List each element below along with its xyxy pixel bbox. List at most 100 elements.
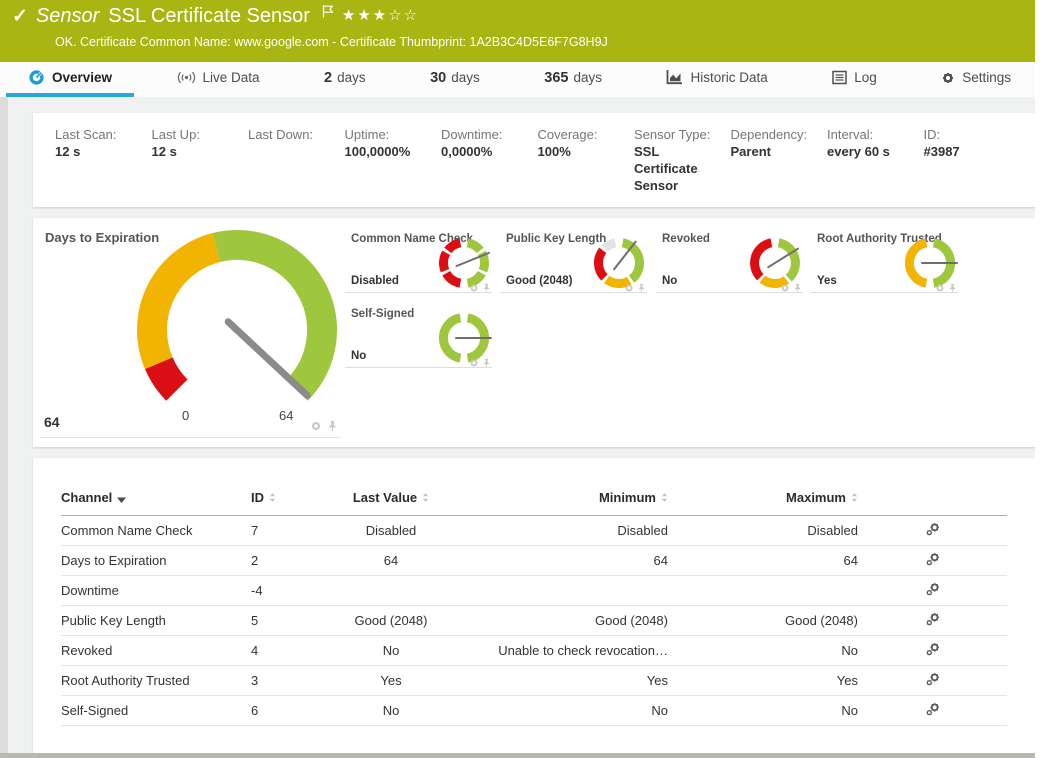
channels-table: ChannelIDLast ValueMinimumMaximum Common… bbox=[61, 484, 1007, 726]
left-edge bbox=[0, 62, 8, 753]
tab-overview[interactable]: Overview bbox=[6, 62, 134, 97]
channel-name: Downtime bbox=[61, 576, 251, 606]
tab-log[interactable]: Log bbox=[810, 62, 899, 97]
log-icon bbox=[832, 70, 847, 85]
object-kind-label: Sensor bbox=[36, 5, 99, 28]
gauge-min-label: 0 bbox=[182, 408, 189, 423]
historic-icon bbox=[666, 70, 683, 85]
mini-gauge-panel-revoked: RevokedNo bbox=[656, 228, 803, 293]
channel-maximum: Disabled bbox=[668, 516, 858, 546]
channel-minimum: Yes bbox=[461, 666, 668, 696]
col-header-minimum[interactable]: Minimum bbox=[461, 484, 668, 516]
channel-row-public-key-length: Public Key Length5Good (2048)Good (2048)… bbox=[61, 606, 1007, 636]
info-uptime: Uptime:100,0000% bbox=[345, 126, 442, 207]
info-sensor-type: Sensor Type:SSL Certificate Sensor bbox=[634, 126, 731, 207]
gauge-pin-icon[interactable] bbox=[482, 280, 492, 298]
gauge-pin-icon[interactable] bbox=[327, 419, 339, 437]
mini-gauge-panel-common-name-check: Common Name CheckDisabled bbox=[345, 228, 492, 293]
channel-maximum: No bbox=[668, 696, 858, 726]
mini-gauge-value: Disabled bbox=[351, 275, 399, 287]
col-header-id[interactable]: ID bbox=[251, 484, 321, 516]
channel-minimum: Disabled bbox=[461, 516, 668, 546]
sensor-info-bar: Last Scan:12 sLast Up:12 sLast Down:Upti… bbox=[33, 113, 1035, 207]
sensor-header: ✓ Sensor SSL Certificate Sensor ★★★☆☆ OK… bbox=[0, 0, 1035, 62]
channel-settings-gears-icon[interactable] bbox=[925, 671, 941, 687]
channel-settings-cell bbox=[858, 696, 1007, 726]
mini-gauge-panel-root-authority-trusted: Root Authority TrustedYes bbox=[811, 228, 958, 293]
mini-gauge-title: Revoked bbox=[662, 233, 710, 245]
gauge-gear-icon[interactable] bbox=[780, 280, 790, 298]
sort-icon[interactable] bbox=[269, 491, 276, 506]
mini-gauge-panel-public-key-length: Public Key LengthGood (2048) bbox=[500, 228, 647, 293]
channel-settings-cell bbox=[858, 546, 1007, 576]
channel-row-root-authority-trusted: Root Authority Trusted3YesYesYes bbox=[61, 666, 1007, 696]
gauge-gear-icon[interactable] bbox=[935, 280, 945, 298]
channel-id: 2 bbox=[251, 546, 321, 576]
channel-maximum: No bbox=[668, 636, 858, 666]
sort-icon[interactable] bbox=[422, 491, 429, 506]
channel-last-value: Yes bbox=[321, 666, 461, 696]
channel-settings-gears-icon[interactable] bbox=[925, 641, 941, 657]
channel-row-downtime: Downtime-4 bbox=[61, 576, 1007, 606]
channel-settings-cell bbox=[858, 606, 1007, 636]
channel-name: Common Name Check bbox=[61, 516, 251, 546]
sort-desc-icon[interactable] bbox=[117, 491, 126, 506]
channel-id: -4 bbox=[251, 576, 321, 606]
settings-gear-icon bbox=[941, 71, 955, 85]
sort-icon[interactable] bbox=[661, 491, 668, 506]
info-last-scan: Last Scan:12 s bbox=[55, 126, 152, 207]
channel-maximum: 64 bbox=[668, 546, 858, 576]
channel-maximum: Yes bbox=[668, 666, 858, 696]
info-id: ID:#3987 bbox=[924, 126, 1021, 207]
col-header-channel[interactable]: Channel bbox=[61, 484, 251, 516]
channel-id: 7 bbox=[251, 516, 321, 546]
channel-id: 4 bbox=[251, 636, 321, 666]
gauge-pin-icon[interactable] bbox=[637, 280, 647, 298]
channel-settings-gears-icon[interactable] bbox=[925, 551, 941, 567]
channels-card: ChannelIDLast ValueMinimumMaximum Common… bbox=[33, 458, 1035, 753]
tab-historic-data[interactable]: Historic Data bbox=[644, 62, 789, 97]
channel-row-revoked: Revoked4NoUnable to check revocation…No bbox=[61, 636, 1007, 666]
channel-row-self-signed: Self-Signed6NoNoNo bbox=[61, 696, 1007, 726]
gauge-gear-icon[interactable] bbox=[310, 419, 322, 437]
channel-row-days-to-expiration: Days to Expiration2646464 bbox=[61, 546, 1007, 576]
info-last-up: Last Up:12 s bbox=[152, 126, 249, 207]
panel-divider bbox=[40, 437, 340, 438]
channel-name: Revoked bbox=[61, 636, 251, 666]
channel-name: Public Key Length bbox=[61, 606, 251, 636]
tab-2-days[interactable]: 2days bbox=[302, 62, 388, 97]
channel-minimum bbox=[461, 576, 668, 606]
channel-last-value: Good (2048) bbox=[321, 606, 461, 636]
col-header-last-value[interactable]: Last Value bbox=[321, 484, 461, 516]
mini-gauge-panel-self-signed: Self-Signed No bbox=[345, 303, 492, 368]
channel-settings-cell bbox=[858, 636, 1007, 666]
mini-gauge-title: Self-Signed bbox=[351, 308, 414, 320]
tab-settings[interactable]: Settings bbox=[919, 62, 1033, 97]
flag-icon[interactable] bbox=[322, 4, 334, 23]
gauge-gear-icon[interactable] bbox=[469, 355, 479, 373]
gauge-pin-icon[interactable] bbox=[948, 280, 958, 298]
tab-365-days[interactable]: 365days bbox=[522, 62, 624, 97]
gauge-pin-icon[interactable] bbox=[793, 280, 803, 298]
sensor-status-message: OK. Certificate Common Name: www.google.… bbox=[55, 35, 608, 49]
channel-minimum: 64 bbox=[461, 546, 668, 576]
channel-row-common-name-check: Common Name Check7DisabledDisabledDisabl… bbox=[61, 516, 1007, 546]
channel-settings-gears-icon[interactable] bbox=[925, 521, 941, 537]
priority-stars[interactable]: ★★★☆☆ bbox=[342, 6, 419, 24]
live-icon bbox=[177, 70, 196, 85]
gauge-gear-icon[interactable] bbox=[469, 280, 479, 298]
col-header-maximum[interactable]: Maximum bbox=[668, 484, 858, 516]
channel-settings-gears-icon[interactable] bbox=[925, 611, 941, 627]
tab-live-data[interactable]: Live Data bbox=[155, 62, 282, 97]
sort-icon[interactable] bbox=[851, 491, 858, 506]
info-coverage: Coverage:100% bbox=[538, 126, 635, 207]
tab-30-days[interactable]: 30days bbox=[408, 62, 502, 97]
channel-settings-gears-icon[interactable] bbox=[925, 581, 941, 597]
gauge-gear-icon[interactable] bbox=[624, 280, 634, 298]
gauge-pin-icon[interactable] bbox=[482, 355, 492, 373]
mini-gauge-value: Yes bbox=[817, 275, 837, 287]
mini-gauge-value: No bbox=[351, 350, 366, 362]
gauge-max-label: 64 bbox=[279, 408, 293, 423]
channel-settings-gears-icon[interactable] bbox=[925, 701, 941, 717]
channel-last-value: No bbox=[321, 636, 461, 666]
